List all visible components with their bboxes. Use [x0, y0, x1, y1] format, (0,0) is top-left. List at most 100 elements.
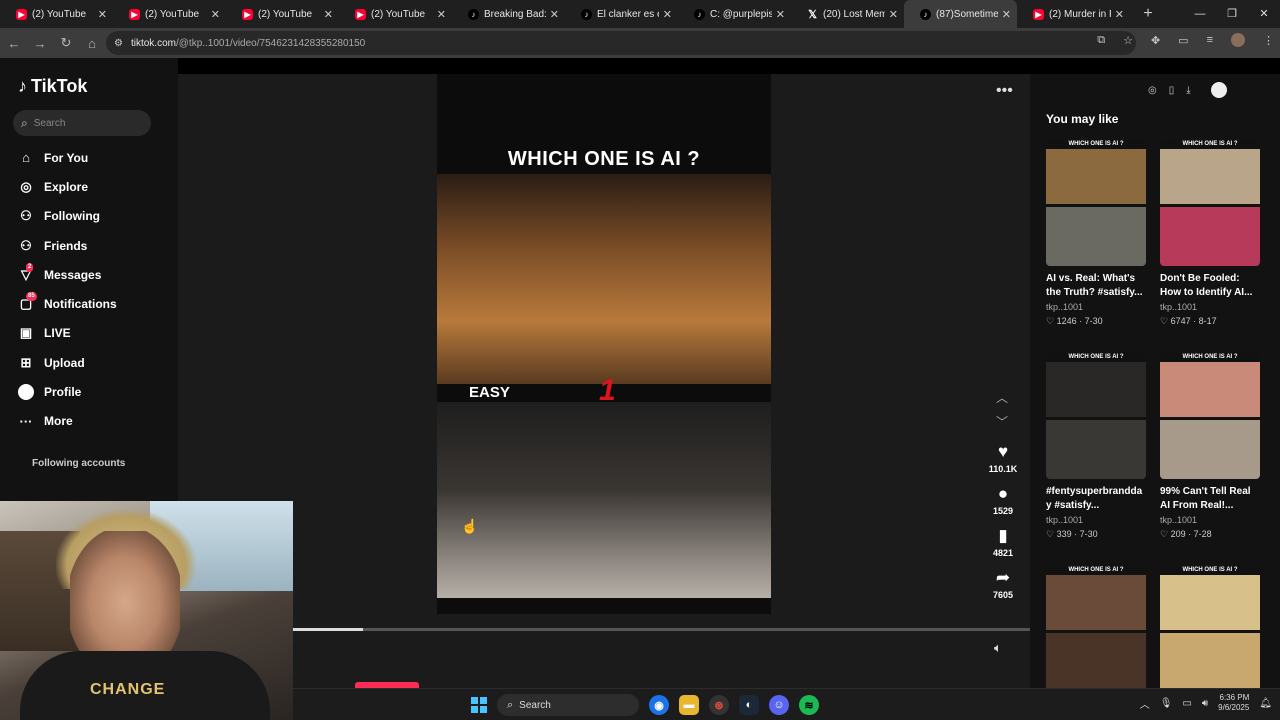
thumbnail-top-image	[1160, 575, 1260, 630]
url-path: /@tkp..1001/video/7546231428355280150	[175, 37, 366, 49]
browser-tab[interactable]: ▶ (2) Murder in Pris ✕	[1017, 0, 1130, 28]
sidebar-item-messages[interactable]: ▽ 2 Messages	[18, 260, 117, 289]
sidebar-item-upload[interactable]: ⊞ Upload	[18, 348, 117, 377]
close-window-icon[interactable]: ✕	[1248, 0, 1280, 28]
browser-tab[interactable]: ▶ (2) YouTube ✕	[226, 0, 339, 28]
menu-kebab-icon[interactable]: ⋮	[1263, 34, 1274, 47]
restore-icon[interactable]: ❐	[1216, 0, 1248, 28]
card-author[interactable]: tkp..1001	[1160, 302, 1262, 312]
compass-tool-icon[interactable]: ◎	[1148, 85, 1157, 96]
taskbar-search[interactable]: ⌕ Search	[497, 694, 639, 716]
browser-tab[interactable]: ▶ (2) YouTube ✕	[113, 0, 226, 28]
tab-close-icon[interactable]: ✕	[211, 8, 220, 21]
minimize-icon[interactable]: —	[1184, 0, 1216, 28]
video-player[interactable]: WHICH ONE IS AI ? EASY 1	[437, 74, 771, 614]
recommended-video-card[interactable]: WHICH ONE IS AI ? 99% Can't Tell Real AI …	[1160, 353, 1262, 540]
browser-tab[interactable]: ♪ Breaking Bad: A D ✕	[452, 0, 565, 28]
recommended-video-card[interactable]: WHICH ONE IS AI ?	[1160, 566, 1262, 692]
sidebar-item-label: Notifications	[44, 297, 117, 312]
sidebar-item-label: Profile	[44, 385, 82, 400]
person-icon: ⚇	[20, 208, 32, 224]
search-input[interactable]: ⌕ Search	[13, 110, 151, 136]
app-icon[interactable]: ⊛	[709, 695, 729, 715]
device-icon[interactable]: ▯	[1169, 85, 1175, 96]
install-app-icon[interactable]: ⧉	[1097, 34, 1105, 47]
profile-avatar-icon[interactable]	[1231, 33, 1245, 47]
card-author[interactable]: tkp..1001	[1046, 302, 1148, 312]
tab-close-icon[interactable]: ✕	[663, 8, 672, 21]
player-tools: ◎ ▯ ⤓	[1148, 80, 1244, 100]
steam-icon[interactable]: ◐	[739, 695, 759, 715]
recommended-video-card[interactable]: WHICH ONE IS AI ? #fentysuperbrandda y #s…	[1046, 353, 1148, 540]
recommended-video-card[interactable]: WHICH ONE IS AI ?	[1046, 566, 1148, 692]
tab-close-icon[interactable]: ✕	[437, 8, 446, 21]
previous-video-icon[interactable]: ︿	[996, 386, 1008, 410]
save-button[interactable]: ▮ 4821	[983, 526, 1023, 558]
reload-icon[interactable]: ↻	[54, 35, 78, 51]
sidebar-item-explore[interactable]: ◎ Explore	[18, 172, 117, 201]
new-tab-icon[interactable]: +	[1136, 5, 1160, 23]
browser-tab[interactable]: ♪ El clanker es el re ✕	[565, 0, 678, 28]
following-accounts-header: Following accounts	[32, 458, 126, 469]
browser-tab[interactable]: ▶ (2) YouTube ✕	[0, 0, 113, 28]
file-explorer-icon[interactable]: ▬	[679, 695, 699, 715]
card-author[interactable]: tkp..1001	[1160, 515, 1262, 525]
recommended-video-card[interactable]: WHICH ONE IS AI ? Don't Be Fooled: How to…	[1160, 140, 1262, 327]
tab-close-icon[interactable]: ✕	[98, 8, 107, 21]
tab-close-icon[interactable]: ✕	[1002, 8, 1011, 21]
microphone-icon[interactable]: 🎙︎	[1160, 698, 1173, 709]
address-bar[interactable]: ⚙ tiktok.com/@tkp..1001/video/7546231428…	[106, 31, 1136, 55]
card-title: 99% Can't Tell Real AI From Real!...	[1160, 486, 1251, 511]
back-icon[interactable]: ←	[2, 36, 26, 51]
sidebar-item-notifications[interactable]: ▢ 85 Notifications	[18, 289, 117, 318]
sidebar-item-live[interactable]: ▣ LIVE	[18, 319, 117, 348]
next-video-icon[interactable]: ﹀	[996, 410, 1008, 434]
sidebar-item-friends[interactable]: ⚇ Friends	[18, 231, 117, 260]
windows-start-icon[interactable]	[471, 697, 487, 713]
sidebar-toggle-icon[interactable]: ▭	[1178, 34, 1188, 47]
network-icon[interactable]: ▭	[1182, 698, 1191, 709]
sidebar-item-profile[interactable]: Profile	[18, 377, 117, 406]
site-info-icon[interactable]: ⚙	[114, 38, 123, 49]
compass-icon: ◎	[20, 178, 32, 194]
sidebar-item-more[interactable]: ··· More	[18, 407, 117, 436]
card-author[interactable]: tkp..1001	[1046, 515, 1148, 525]
sidebar-item-for-you[interactable]: ⌂ For You	[18, 143, 117, 172]
spotify-icon[interactable]: ≋	[799, 695, 819, 715]
download-icon[interactable]: ⤓	[1186, 85, 1190, 96]
tray-chevron-icon[interactable]: ︿	[1140, 696, 1150, 711]
system-tray: ︿ 🎙︎ ▭ 🔊︎ 6:36 PM 9/6/2025 🔔︎	[1140, 693, 1272, 713]
volume-icon[interactable]: 🔈︎	[994, 640, 1002, 656]
share-button[interactable]: ➦ 7605	[983, 568, 1023, 600]
tab-close-icon[interactable]: ✕	[776, 8, 785, 21]
comment-button[interactable]: ● 1529	[983, 484, 1023, 516]
sidebar-item-label: More	[44, 414, 73, 429]
extensions-icon[interactable]: ✥	[1151, 34, 1160, 47]
browser-tab[interactable]: 𝕏 (20) Lost Meme A ✕	[791, 0, 904, 28]
bookmark-star-icon[interactable]: ☆	[1123, 34, 1133, 47]
notification-bell-icon[interactable]: 🔔︎	[1259, 698, 1272, 709]
recommended-video-card[interactable]: WHICH ONE IS AI ? AI vs. Real: What's the…	[1046, 140, 1148, 327]
tiktok-logo[interactable]: ♪ TikTok	[18, 76, 87, 97]
video-progress-bar[interactable]	[293, 628, 1030, 631]
tab-close-icon[interactable]: ✕	[1115, 8, 1124, 21]
browser-tab[interactable]: ▶ (2) YouTube ✕	[339, 0, 452, 28]
tab-close-icon[interactable]: ✕	[550, 8, 559, 21]
chrome-icon[interactable]: ◉	[649, 695, 669, 715]
discord-icon[interactable]: ☺	[769, 695, 789, 715]
browser-tab[interactable]: ♪ (87)Sometimes I a ✕	[904, 0, 1017, 28]
tab-close-icon[interactable]: ✕	[324, 8, 333, 21]
like-button[interactable]: ♥ 110.1K	[983, 442, 1023, 474]
media-control-icon[interactable]: ≡	[1207, 34, 1213, 46]
youtube-icon: ▶	[242, 8, 253, 20]
thumbnail-top-image	[1046, 575, 1146, 630]
theme-toggle[interactable]	[1210, 82, 1227, 98]
speaker-icon[interactable]: 🔊︎	[1202, 698, 1208, 709]
sidebar-item-following[interactable]: ⚇ Following	[18, 202, 117, 231]
taskbar-clock[interactable]: 6:36 PM 9/6/2025	[1218, 693, 1249, 713]
tab-close-icon[interactable]: ✕	[889, 8, 898, 21]
forward-icon[interactable]: →	[28, 36, 52, 51]
home-button-icon[interactable]: ⌂	[80, 36, 104, 51]
browser-tab[interactable]: ♪ C: @purplepistol5 ✕	[678, 0, 791, 28]
more-options-icon[interactable]: •••	[996, 82, 1013, 100]
